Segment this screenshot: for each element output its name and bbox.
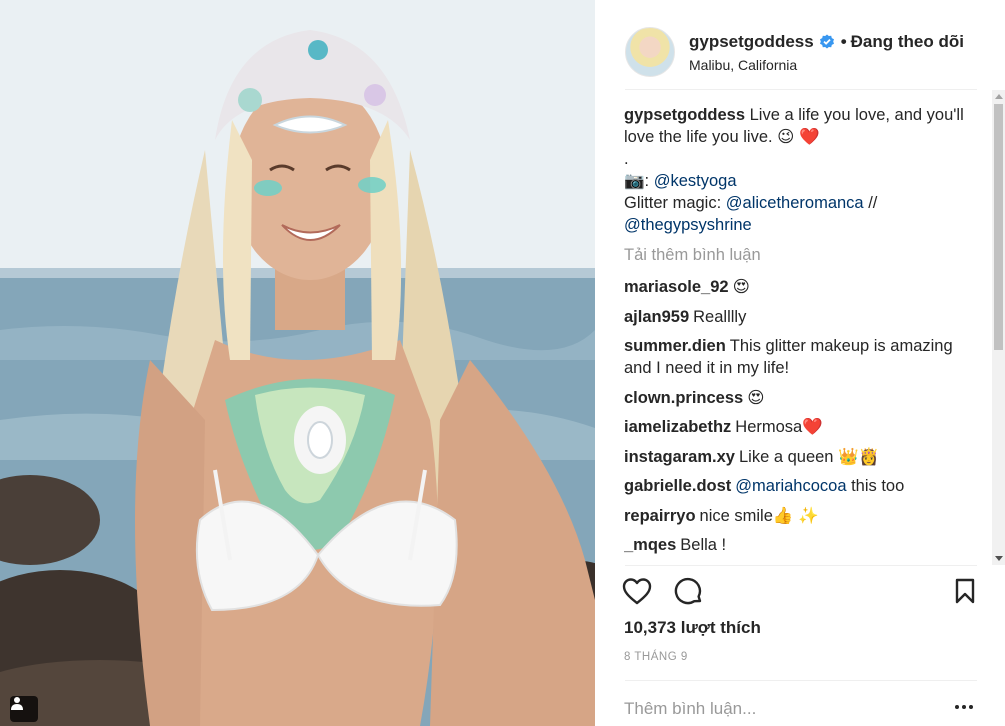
header-line: gypsetgoddess • Đang theo dõi (689, 31, 964, 53)
more-options-icon (955, 705, 959, 709)
comment-text: 😍 (747, 388, 765, 407)
comment-item: repairryo nice smile👍 ✨ (624, 505, 976, 527)
scroll-up-arrow-icon[interactable] (995, 94, 1003, 99)
divider (625, 680, 977, 681)
follow-status-button[interactable]: Đang theo dõi (851, 31, 964, 53)
caption-username[interactable]: gypsetgoddess (624, 106, 745, 124)
post-photo-illustration (0, 0, 595, 726)
comment-item: _mqes Bella ! (624, 534, 976, 556)
comment-item: summer.dien This glitter makeup is amazin… (624, 335, 976, 379)
comment-username[interactable]: instagaram.xy (624, 448, 735, 466)
comment-item: clown.princess 😍 (624, 387, 976, 409)
photo-credit-link[interactable]: @kestyoga (654, 172, 737, 190)
comment-text: Like a queen 👑👸 (738, 447, 880, 466)
comment-text: Bella ! (680, 536, 727, 554)
header-text: gypsetgoddess • Đang theo dõi Malibu, Ca… (689, 31, 964, 73)
post-sidebar: gypsetgoddess • Đang theo dõi Malibu, Ca… (595, 0, 1005, 726)
glitter-prefix: Glitter magic: (624, 194, 726, 212)
person-tag-icon (11, 697, 23, 710)
glitter-credit-line: Glitter magic: @alicetheromanca // @theg… (624, 192, 976, 236)
location-link[interactable]: Malibu, California (689, 57, 964, 73)
comment-username[interactable]: clown.princess (624, 389, 743, 407)
glitter-separator: // (863, 194, 878, 212)
comment-mention-link[interactable]: @mariahcocoa (735, 477, 846, 495)
more-options-icon (969, 705, 973, 709)
comment-username[interactable]: gabrielle.dost (624, 477, 731, 495)
likes-count[interactable]: 10,373 lượt thích (624, 618, 761, 638)
comment-item: instagaram.xy Like a queen 👑👸 (624, 446, 976, 468)
action-bar (622, 575, 977, 609)
load-more-comments-button[interactable]: Tải thêm bình luận (624, 244, 976, 266)
comment-text: Realllly (693, 307, 747, 326)
comment-text: this too (846, 477, 905, 495)
caption: gypsetgoddess Live a life you love, and … (624, 104, 976, 236)
verified-badge-icon (819, 34, 835, 50)
caption-line: gypsetgoddess Live a life you love, and … (624, 104, 976, 148)
comment-text: 😍 (732, 278, 750, 296)
comment-item: mariasole_92 😍 (624, 276, 976, 298)
caption-dot: . (624, 150, 629, 168)
speech-bubble-icon (674, 577, 702, 605)
comment-button[interactable] (673, 575, 705, 607)
heart-outline-icon (622, 578, 652, 605)
separator-dot: • (840, 31, 847, 51)
comment-username[interactable]: repairryo (624, 507, 696, 525)
bookmark-icon (955, 578, 975, 604)
glitter-link-2[interactable]: @thegypsyshrine (624, 216, 752, 234)
add-comment-input[interactable] (624, 694, 924, 724)
comment-username[interactable]: ajlan959 (624, 308, 689, 326)
comments-scrollbar[interactable] (992, 90, 1005, 565)
comment-item: gabrielle.dost @mariahcocoa this too (624, 475, 976, 497)
comment-username[interactable]: summer.dien (624, 337, 726, 355)
comments-list: gypsetgoddess Live a life you love, and … (624, 104, 976, 562)
post-photo[interactable] (0, 0, 595, 726)
post-header: gypsetgoddess • Đang theo dõi Malibu, Ca… (625, 14, 977, 90)
save-button[interactable] (949, 575, 981, 607)
avatar[interactable] (625, 26, 675, 77)
author-username[interactable]: gypsetgoddess (689, 31, 814, 53)
tag-button[interactable] (10, 696, 38, 722)
like-button[interactable] (621, 575, 653, 607)
comment-username[interactable]: _mqes (624, 536, 676, 554)
comment-username[interactable]: mariasole_92 (624, 278, 729, 296)
more-options-icon (962, 705, 966, 709)
comment-username[interactable]: iamelizabethz (624, 418, 731, 436)
photo-credit-prefix: 📷: (624, 172, 654, 190)
comment-text: Hermosa❤️ (735, 418, 823, 436)
post-date[interactable]: 8 THÁNG 9 (624, 651, 688, 663)
scrollbar-thumb[interactable] (994, 104, 1003, 350)
comment-text: nice smile👍 ✨ (699, 506, 819, 525)
divider (625, 565, 977, 566)
comment-item: ajlan959 Realllly (624, 306, 976, 328)
more-options-button[interactable] (955, 700, 981, 714)
comment-item: iamelizabethz Hermosa❤️ (624, 416, 976, 438)
glitter-link-1[interactable]: @alicetheromanca (726, 194, 864, 212)
scroll-down-arrow-icon[interactable] (995, 556, 1003, 561)
photo-credit-line: 📷: @kestyoga (624, 170, 976, 192)
